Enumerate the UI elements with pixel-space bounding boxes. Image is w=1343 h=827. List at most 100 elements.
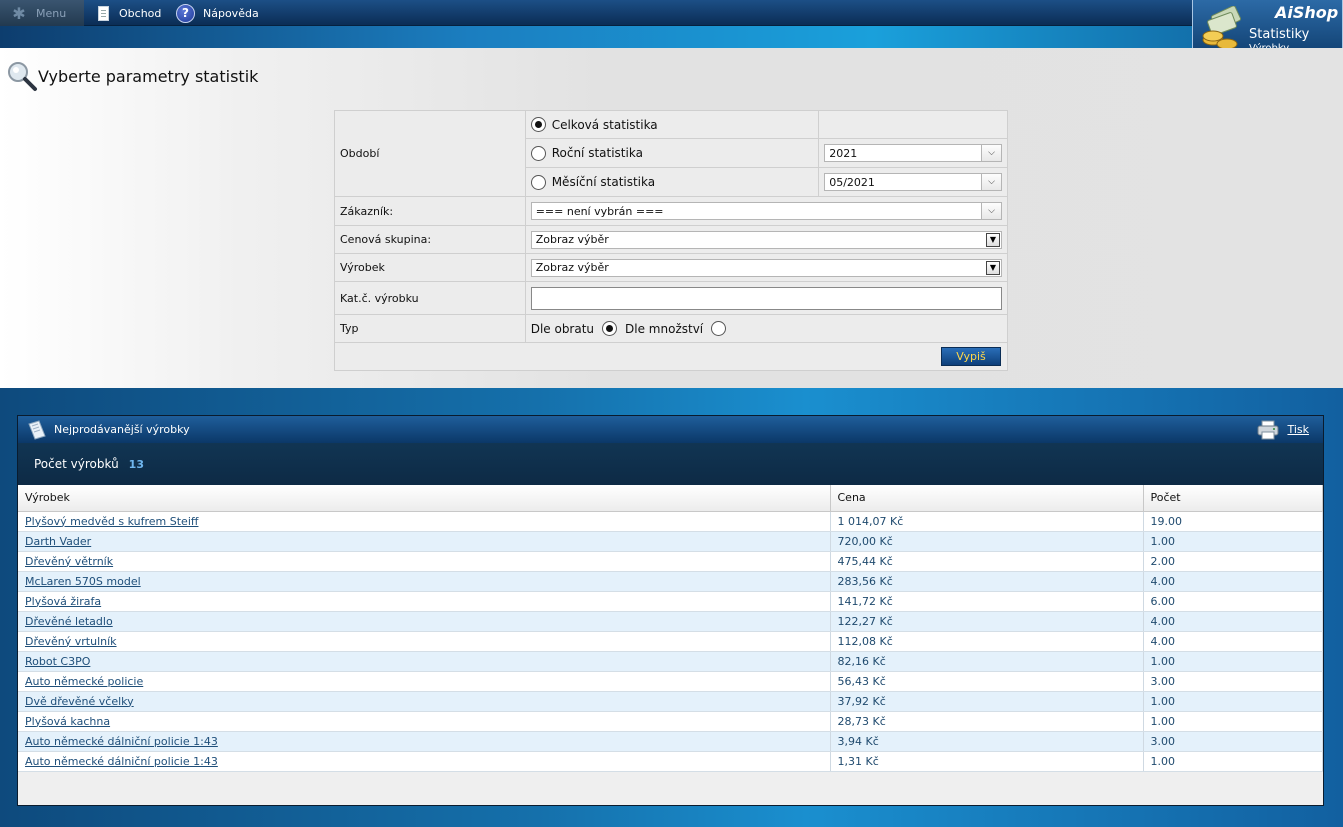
product-cell: Auto německé dálniční policie 1:43 (18, 751, 831, 772)
product-cell: Auto německé policie (18, 671, 831, 692)
shop-menu-item[interactable]: Obchod (98, 0, 161, 26)
product-link[interactable]: Dvě dřevěné včelky (25, 695, 134, 708)
price-group-select[interactable]: Zobraz výběr ▼ (530, 230, 1002, 249)
price-cell: 112,08 Kč (830, 631, 1144, 652)
radio-total-statistics[interactable]: Celková statistika (530, 117, 814, 132)
products-table-body: Plyšový medvěd s kufrem Steiff 1 014,07 K… (18, 511, 1323, 772)
panel-title: Nejprodávanější výrobky (54, 423, 190, 436)
product-link[interactable]: Auto německé policie (25, 675, 143, 688)
price-cell: 141,72 Kč (830, 591, 1144, 612)
menu-label: Menu (36, 6, 67, 20)
quantity-cell: 2.00 (1143, 551, 1323, 572)
price-cell: 1 014,07 Kč (830, 511, 1144, 532)
results-panel: Nejprodávanější výrobky Tisk Počet výrob… (17, 415, 1324, 806)
column-header-price[interactable]: Cena (830, 485, 1144, 512)
product-link[interactable]: Plyšová kachna (25, 715, 110, 728)
product-link[interactable]: Darth Vader (25, 535, 91, 548)
page-title-text: Vyberte parametry statistik (38, 66, 259, 86)
table-row: Plyšový medvěd s kufrem Steiff 1 014,07 K… (18, 511, 1323, 532)
quantity-cell: 4.00 (1143, 631, 1323, 652)
catalog-number-input[interactable] (530, 286, 1002, 310)
chevron-down-icon: ▼ (986, 232, 1000, 247)
product-cell: Dvě dřevěné včelky (18, 691, 831, 712)
product-cell: Plyšový medvěd s kufrem Steiff (18, 511, 831, 532)
print-link[interactable]: Tisk (1257, 416, 1309, 443)
product-cell: Plyšová kachna (18, 711, 831, 732)
customer-select[interactable]: === není vybrán === ⌵ (530, 202, 1002, 220)
type-quantity-label: Dle množství (625, 321, 704, 336)
price-group-label: Cenová skupina: (334, 225, 526, 254)
price-cell: 56,43 Kč (830, 671, 1144, 692)
quantity-cell: 1.00 (1143, 751, 1323, 772)
product-link[interactable]: Plyšový medvěd s kufrem Steiff (25, 515, 198, 528)
price-cell: 1,31 Kč (830, 751, 1144, 772)
product-cell: McLaren 570S model (18, 571, 831, 592)
table-row: Plyšová žirafa 141,72 Kč 6.00 (18, 591, 1323, 612)
product-cell: Auto německé dálniční policie 1:43 (18, 731, 831, 752)
book-icon (28, 419, 46, 440)
product-cell: Robot C3PO (18, 651, 831, 672)
top-menu-bar: ✱ Menu Obchod ? Nápověda (0, 0, 1343, 26)
product-select[interactable]: Zobraz výběr ▼ (530, 258, 1002, 277)
brand-name: AiShop (1275, 3, 1339, 22)
logo-title: Statistiky (1249, 27, 1310, 42)
radio-yearly-statistics[interactable]: Roční statistika (530, 145, 814, 161)
filter-area: Vyberte parametry statistik Období Celko… (0, 48, 1343, 388)
product-link[interactable]: Robot C3PO (25, 655, 90, 668)
radio-icon[interactable] (530, 174, 546, 190)
price-cell: 475,44 Kč (830, 551, 1144, 572)
type-turnover-radio[interactable] (602, 321, 618, 336)
count-value: 13 (128, 457, 144, 471)
magnifier-icon (8, 62, 37, 91)
period-label: Období (334, 110, 526, 197)
type-quantity-radio[interactable] (711, 321, 727, 336)
quantity-cell: 6.00 (1143, 591, 1323, 612)
product-cell: Dřevěný vrtulník (18, 631, 831, 652)
month-select[interactable]: 05/2021 ⌵ (824, 173, 1002, 191)
filter-form: Období Celková statistika Roční statisti… (334, 110, 1009, 371)
product-link[interactable]: Dřevěný vrtulník (25, 635, 117, 648)
count-label: Počet výrobků (34, 457, 119, 471)
radio-monthly-statistics[interactable]: Měsíční statistika (530, 174, 814, 190)
panel-header: Nejprodávanější výrobky Tisk (18, 416, 1323, 443)
quantity-cell: 3.00 (1143, 731, 1323, 752)
chevron-down-icon: ⌵ (981, 203, 1001, 219)
quantity-cell: 1.00 (1143, 711, 1323, 732)
help-menu-item[interactable]: ? Nápověda (176, 0, 259, 26)
table-row: Auto německé policie 56,43 Kč 3.00 (18, 671, 1323, 692)
price-cell: 122,27 Kč (830, 611, 1144, 632)
customer-label: Zákazník: (334, 196, 526, 226)
chevron-down-icon: ▼ (986, 260, 1000, 275)
quantity-cell: 3.00 (1143, 671, 1323, 692)
radio-icon[interactable] (530, 145, 546, 161)
product-link[interactable]: Auto německé dálniční policie 1:43 (25, 735, 218, 748)
price-cell: 82,16 Kč (830, 651, 1144, 672)
document-icon (98, 5, 109, 21)
column-header-product[interactable]: Výrobek (18, 485, 831, 512)
gear-icon: ✱ (12, 3, 26, 23)
chevron-down-icon: ⌵ (981, 174, 1001, 190)
product-link[interactable]: McLaren 570S model (25, 575, 141, 588)
column-header-quantity[interactable]: Počet (1143, 485, 1323, 512)
menu-button[interactable]: ✱ Menu (0, 0, 84, 26)
radio-icon[interactable] (530, 117, 546, 132)
quantity-cell: 4.00 (1143, 571, 1323, 592)
table-row: Auto německé dálniční policie 1:43 1,31 K… (18, 751, 1323, 772)
product-link[interactable]: Dřevěný větrník (25, 555, 113, 568)
help-label: Nápověda (203, 6, 259, 20)
shop-label: Obchod (119, 6, 162, 20)
table-row: Dvě dřevěné včelky 37,92 Kč 1.00 (18, 691, 1323, 712)
money-icon (1202, 6, 1242, 50)
submit-button[interactable]: Vypiš (941, 347, 1001, 366)
table-row: Dřevěné letadlo 122,27 Kč 4.00 (18, 611, 1323, 632)
product-link[interactable]: Dřevěné letadlo (25, 615, 113, 628)
price-cell: 283,56 Kč (830, 571, 1144, 592)
table-row: Robot C3PO 82,16 Kč 1.00 (18, 651, 1323, 672)
help-icon: ? (176, 3, 195, 23)
table-row: Darth Vader 720,00 Kč 1.00 (18, 531, 1323, 552)
product-link[interactable]: Plyšová žirafa (25, 595, 101, 608)
price-cell: 3,94 Kč (830, 731, 1144, 752)
product-link[interactable]: Auto německé dálniční policie 1:43 (25, 755, 218, 768)
product-label: Výrobek (334, 253, 526, 282)
year-select[interactable]: 2021 ⌵ (824, 144, 1002, 162)
